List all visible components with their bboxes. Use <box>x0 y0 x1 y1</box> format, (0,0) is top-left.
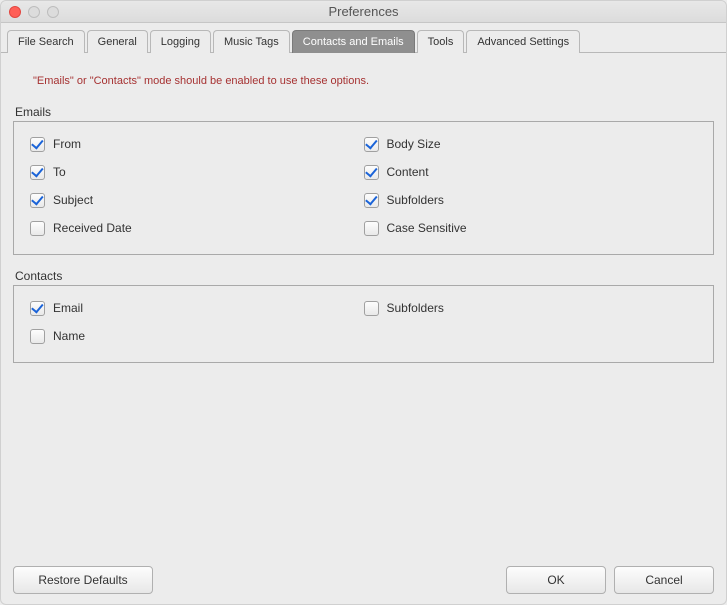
emails-checkbox-case-sensitive[interactable] <box>364 221 379 236</box>
emails-label-to: To <box>53 165 66 179</box>
contacts-checkbox-email[interactable] <box>30 301 45 316</box>
emails-row-subfolders: Subfolders <box>364 190 698 210</box>
emails-row-content: Content <box>364 162 698 182</box>
emails-checkbox-subfolders[interactable] <box>364 193 379 208</box>
minimize-icon[interactable] <box>28 6 40 18</box>
tab-advanced-settings[interactable]: Advanced Settings <box>466 30 580 53</box>
emails-checkbox-received-date[interactable] <box>30 221 45 236</box>
contacts-checkbox-subfolders[interactable] <box>364 301 379 316</box>
notice-text: "Emails" or "Contacts" mode should be en… <box>33 75 714 87</box>
titlebar: Preferences <box>1 1 726 23</box>
footer: Restore Defaults OK Cancel <box>13 566 714 594</box>
close-icon[interactable] <box>9 6 21 18</box>
emails-label-case-sensitive: Case Sensitive <box>387 221 467 235</box>
contacts-group: Email Name Subfolders <box>13 285 714 363</box>
emails-row-received-date: Received Date <box>30 218 364 238</box>
emails-checkbox-from[interactable] <box>30 137 45 152</box>
tab-tools[interactable]: Tools <box>417 30 465 53</box>
emails-row-from: From <box>30 134 364 154</box>
contacts-label-name: Name <box>53 329 85 343</box>
zoom-icon[interactable] <box>47 6 59 18</box>
emails-label-subject: Subject <box>53 193 93 207</box>
tab-contacts-and-emails[interactable]: Contacts and Emails <box>292 30 415 53</box>
contacts-group-label: Contacts <box>15 269 714 283</box>
emails-label-content: Content <box>387 165 429 179</box>
contacts-row-subfolders: Subfolders <box>364 298 698 318</box>
emails-row-body-size: Body Size <box>364 134 698 154</box>
cancel-button[interactable]: Cancel <box>614 566 714 594</box>
restore-defaults-button[interactable]: Restore Defaults <box>13 566 153 594</box>
emails-row-subject: Subject <box>30 190 364 210</box>
emails-row-case-sensitive: Case Sensitive <box>364 218 698 238</box>
tab-bar: File SearchGeneralLoggingMusic TagsConta… <box>1 23 726 53</box>
window-controls <box>9 6 59 18</box>
emails-checkbox-to[interactable] <box>30 165 45 180</box>
content-area: "Emails" or "Contacts" mode should be en… <box>1 53 726 363</box>
contacts-row-email: Email <box>30 298 364 318</box>
window-title: Preferences <box>1 4 726 19</box>
emails-label-body-size: Body Size <box>387 137 441 151</box>
emails-group-label: Emails <box>15 105 714 119</box>
tab-general[interactable]: General <box>87 30 148 53</box>
emails-checkbox-subject[interactable] <box>30 193 45 208</box>
emails-label-from: From <box>53 137 81 151</box>
ok-button[interactable]: OK <box>506 566 606 594</box>
emails-label-received-date: Received Date <box>53 221 132 235</box>
emails-group: From To Subject Received Date Body Size Cont… <box>13 121 714 255</box>
tab-logging[interactable]: Logging <box>150 30 211 53</box>
contacts-label-email: Email <box>53 301 83 315</box>
contacts-label-subfolders: Subfolders <box>387 301 444 315</box>
contacts-row-name: Name <box>30 326 364 346</box>
emails-row-to: To <box>30 162 364 182</box>
emails-checkbox-content[interactable] <box>364 165 379 180</box>
tab-music-tags[interactable]: Music Tags <box>213 30 290 53</box>
emails-label-subfolders: Subfolders <box>387 193 444 207</box>
emails-checkbox-body-size[interactable] <box>364 137 379 152</box>
tab-file-search[interactable]: File Search <box>7 30 85 53</box>
contacts-checkbox-name[interactable] <box>30 329 45 344</box>
